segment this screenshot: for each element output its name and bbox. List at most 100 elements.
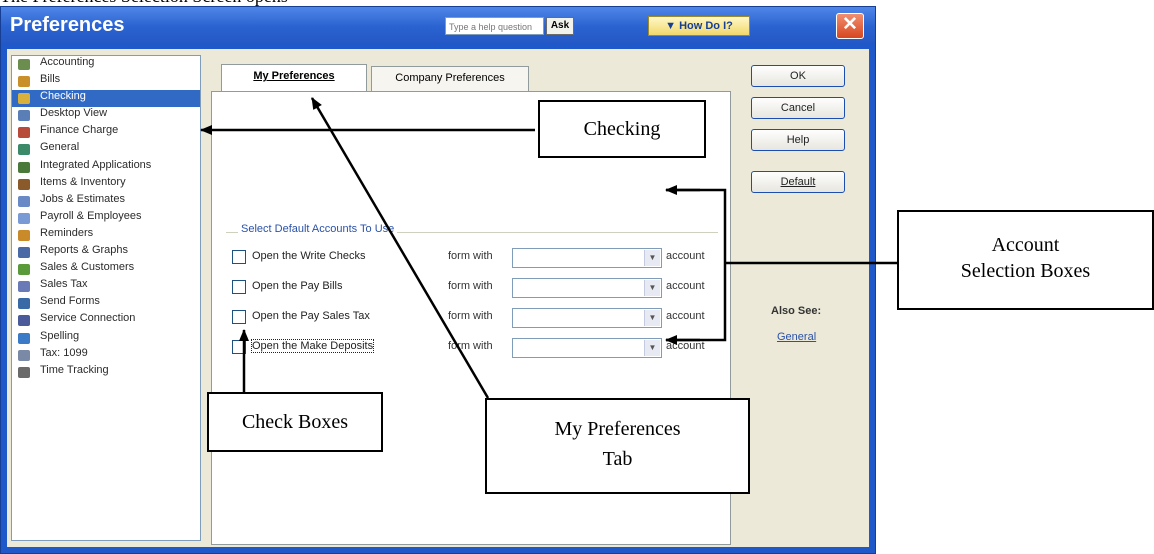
sidebar-item-label: Finance Charge <box>40 124 119 137</box>
sidebar-item-payroll-employees[interactable]: Payroll & Employees <box>12 210 200 227</box>
sidebar-item-label: Tax: 1099 <box>40 346 88 359</box>
ask-button[interactable]: Ask <box>546 17 574 35</box>
group-label: Select Default Accounts To Use <box>238 223 398 235</box>
account-selection-boxes-callout: Account Selection Boxes <box>897 210 1154 310</box>
account-callout-line1: Account <box>991 234 1060 256</box>
form-with-label: form with <box>448 310 493 322</box>
general-icon <box>18 144 30 156</box>
reports-graphs-icon <box>18 247 30 259</box>
chevron-down-icon[interactable]: ▼ <box>644 280 660 296</box>
close-icon[interactable]: ✕ <box>836 13 864 39</box>
bills-icon <box>18 76 30 88</box>
ok-button[interactable]: OK <box>751 65 845 87</box>
make-deposits-checkbox[interactable] <box>232 340 246 354</box>
help-button[interactable]: Help <box>751 129 845 151</box>
default-button[interactable]: Default <box>751 171 845 193</box>
chevron-down-icon[interactable]: ▼ <box>644 310 660 326</box>
write-checks-label: Open the Write Checks <box>252 250 366 262</box>
sidebar-item-label: Reports & Graphs <box>40 244 129 257</box>
sidebar-item-label: Desktop View <box>40 107 108 120</box>
sidebar-item-label: Sales Tax <box>40 278 88 291</box>
sales-tax-icon <box>18 281 30 293</box>
form-with-label: form with <box>448 280 493 292</box>
preferences-category-list[interactable]: Accounting Bills Checking Desktop View Finan… <box>11 55 201 541</box>
my-prefs-callout-line2: Tab <box>602 448 633 470</box>
also-see-general-link[interactable]: General <box>777 331 816 343</box>
sidebar-item-label: Sales & Customers <box>40 261 135 274</box>
sidebar-item-label: Jobs & Estimates <box>40 192 125 205</box>
make-deposits-account-select[interactable]: ▼ <box>512 338 662 358</box>
my-preferences-tab-callout: My Preferences Tab <box>485 398 750 494</box>
account-label: account <box>666 310 705 322</box>
make-deposits-label: Open the Make Deposits <box>250 339 375 353</box>
account-label: account <box>666 340 705 352</box>
sidebar-item-label: Payroll & Employees <box>40 209 142 222</box>
sidebar-item-label: Spelling <box>40 329 80 342</box>
sidebar-item-spelling[interactable]: Spelling <box>12 330 200 347</box>
pay-sales-tax-label: Open the Pay Sales Tax <box>252 310 370 322</box>
account-callout-line2: Selection Boxes <box>960 260 1091 282</box>
sidebar-item-checking[interactable]: Checking <box>12 90 200 108</box>
sidebar-item-label: Time Tracking <box>40 363 109 376</box>
title-bar: Preferences Type a help question Ask ▼ H… <box>1 7 875 43</box>
chevron-down-icon[interactable]: ▼ <box>644 250 660 266</box>
sidebar-item-sales-tax[interactable]: Sales Tax <box>12 278 200 295</box>
sidebar-item-general[interactable]: General <box>12 141 200 158</box>
sidebar-item-desktop-view[interactable]: Desktop View <box>12 107 200 124</box>
sidebar-item-label: Items & Inventory <box>40 175 126 188</box>
sidebar-item-label: Bills <box>40 73 61 86</box>
account-label: account <box>666 280 705 292</box>
pay-bills-account-select[interactable]: ▼ <box>512 278 662 298</box>
sales-customers-icon <box>18 264 30 276</box>
sidebar-item-service-connection[interactable]: Service Connection <box>12 312 200 329</box>
form-with-label: form with <box>448 340 493 352</box>
sidebar-item-label: Send Forms <box>40 295 100 308</box>
checking-icon <box>18 93 30 105</box>
pay-bills-checkbox[interactable] <box>232 280 246 294</box>
sidebar-item-label: Checking <box>40 90 86 103</box>
time-tracking-icon <box>18 366 30 378</box>
service-connection-icon <box>18 315 30 327</box>
send-forms-icon <box>18 298 30 310</box>
sidebar-item-label: Service Connection <box>40 312 136 325</box>
sidebar-item-sales-customers[interactable]: Sales & Customers <box>12 261 200 278</box>
desktop-view-icon <box>18 110 30 122</box>
how-do-i-button[interactable]: ▼ How Do I? <box>648 16 750 36</box>
tab-my-preferences[interactable]: My Preferences <box>221 64 367 92</box>
reminders-icon <box>18 229 30 241</box>
chevron-down-icon[interactable]: ▼ <box>644 340 660 356</box>
pay-sales-tax-account-select[interactable]: ▼ <box>512 308 662 328</box>
sidebar-item-jobs-estimates[interactable]: Jobs & Estimates <box>12 193 200 210</box>
tab-company-preferences[interactable]: Company Preferences <box>371 66 529 92</box>
form-with-label: form with <box>448 250 493 262</box>
my-prefs-callout-line1: My Preferences <box>554 418 681 440</box>
checking-callout: Checking <box>538 100 706 158</box>
sidebar-item-label: Reminders <box>40 226 94 239</box>
sidebar-item-accounting[interactable]: Accounting <box>12 56 200 73</box>
sidebar-item-time-tracking[interactable]: Time Tracking <box>12 364 200 381</box>
spelling-icon <box>18 332 30 344</box>
finance-charge-icon <box>18 127 30 139</box>
tax-1099-icon <box>18 349 30 361</box>
sidebar-item-send-forms[interactable]: Send Forms <box>12 295 200 312</box>
sidebar-item-reminders[interactable]: Reminders <box>12 227 200 244</box>
sidebar-item-reports-graphs[interactable]: Reports & Graphs <box>12 244 200 261</box>
sidebar-item-label: Integrated Applications <box>40 158 152 171</box>
write-checks-account-select[interactable]: ▼ <box>512 248 662 268</box>
integrated-applications-icon <box>18 161 30 173</box>
pay-bills-label: Open the Pay Bills <box>252 280 343 292</box>
items-inventory-icon <box>18 178 30 190</box>
pay-sales-tax-checkbox[interactable] <box>232 310 246 324</box>
window-title: Preferences <box>10 14 125 36</box>
sidebar-item-tax-1099[interactable]: Tax: 1099 <box>12 347 200 364</box>
write-checks-checkbox[interactable] <box>232 250 246 264</box>
help-search-input[interactable]: Type a help question <box>445 17 544 35</box>
sidebar-item-integrated-applications[interactable]: Integrated Applications <box>12 159 200 176</box>
cancel-button[interactable]: Cancel <box>751 97 845 119</box>
sidebar-item-finance-charge[interactable]: Finance Charge <box>12 124 200 141</box>
sidebar-item-items-inventory[interactable]: Items & Inventory <box>12 176 200 193</box>
sidebar-item-bills[interactable]: Bills <box>12 73 200 90</box>
sidebar-item-label: General <box>40 141 80 154</box>
check-boxes-callout: Check Boxes <box>207 392 383 452</box>
sidebar-item-label: Accounting <box>40 56 95 68</box>
